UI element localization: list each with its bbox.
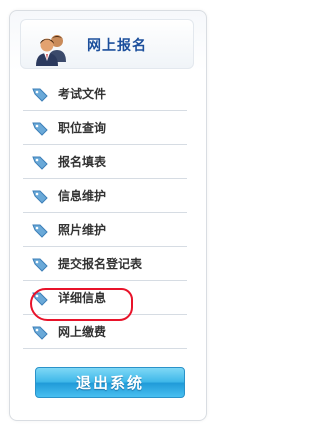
tag-icon xyxy=(32,88,48,102)
tag-icon xyxy=(32,258,48,272)
menu-item-exam-files[interactable]: 考试文件 xyxy=(23,77,187,111)
menu-item-position-query[interactable]: 职位查询 xyxy=(23,111,187,145)
tag-icon xyxy=(32,326,48,340)
menu-item-label: 职位查询 xyxy=(58,121,107,135)
logout-button[interactable]: 退出系统 xyxy=(35,367,185,398)
tag-icon xyxy=(32,122,48,136)
users-icon xyxy=(36,35,66,66)
menu-item-info-maintenance[interactable]: 信息维护 xyxy=(23,179,187,213)
page-title: 网上报名 xyxy=(87,38,147,54)
menu-item-photo-maintenance[interactable]: 照片维护 xyxy=(23,213,187,247)
tag-icon xyxy=(32,156,48,170)
menu-item-label: 提交报名登记表 xyxy=(58,257,143,271)
menu-item-submit-registration[interactable]: 提交报名登记表 xyxy=(23,247,187,281)
tag-icon xyxy=(32,224,48,238)
menu-item-registration-form[interactable]: 报名填表 xyxy=(23,145,187,179)
panel-header: 网上报名 xyxy=(20,19,194,69)
menu-item-label: 信息维护 xyxy=(58,189,107,203)
menu-item-label: 考试文件 xyxy=(58,87,107,101)
tag-icon xyxy=(32,190,48,204)
highlight-circle xyxy=(30,288,133,321)
menu-item-label: 报名填表 xyxy=(58,155,107,169)
menu-item-label: 照片维护 xyxy=(58,223,107,237)
menu-item-label: 网上缴费 xyxy=(58,325,107,339)
